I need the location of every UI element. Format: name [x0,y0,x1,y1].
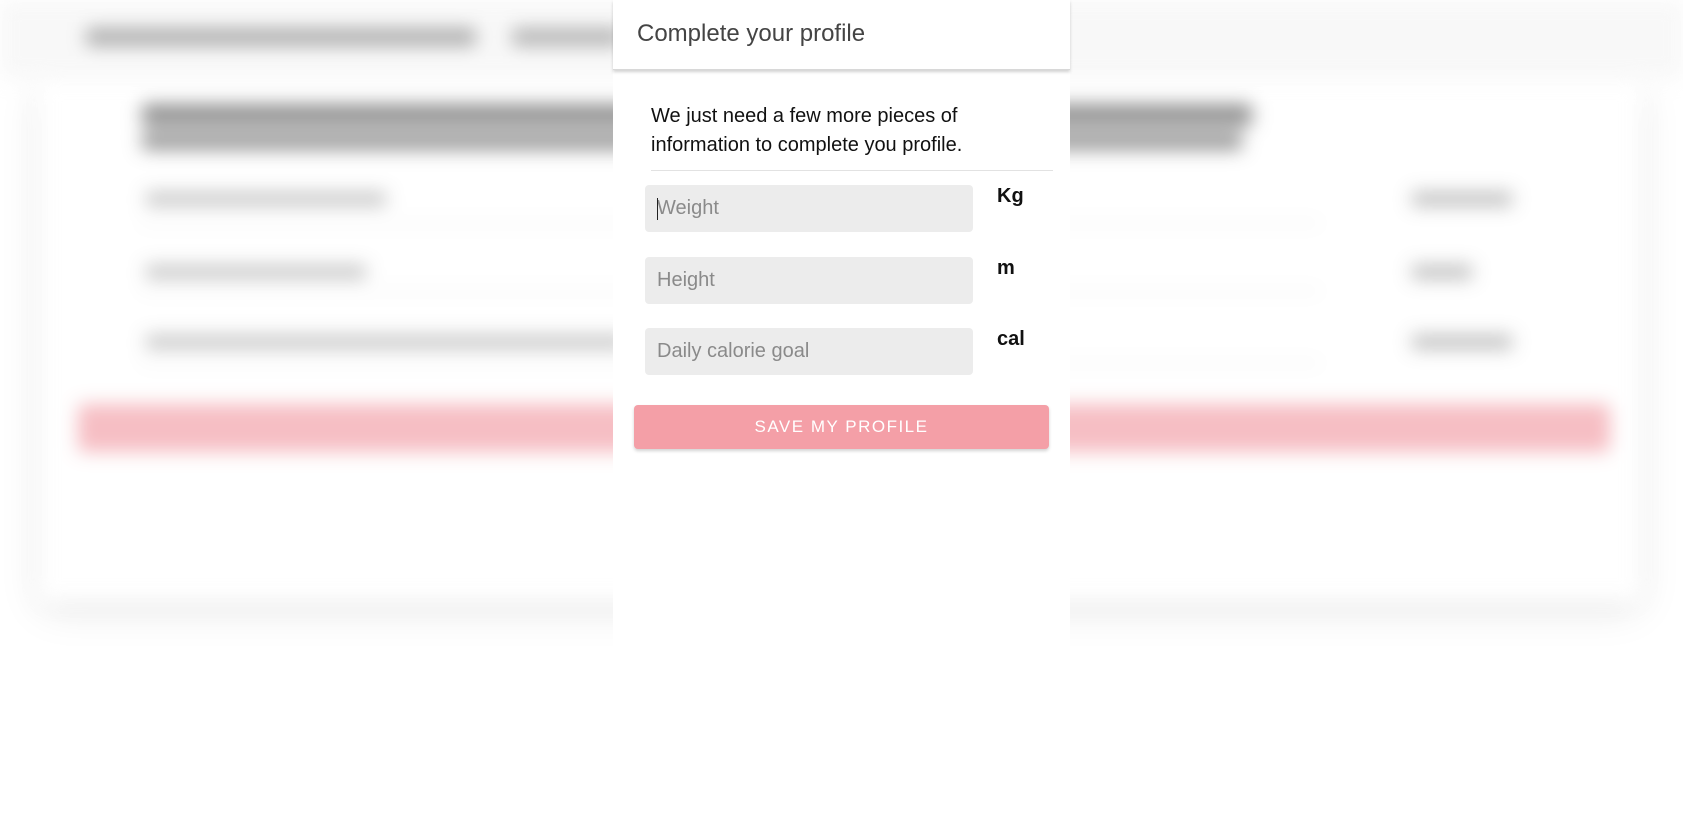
modal-header: Complete your profile [613,0,1070,70]
weight-row: Kg [645,185,1045,233]
weight-unit-label: Kg [997,185,1024,207]
background-row-value [1412,192,1512,206]
background-row-label [146,192,386,206]
profile-modal: Complete your profile We just need a few… [613,0,1070,817]
modal-title: Complete your profile [637,20,866,47]
calorie-unit-label: cal [997,328,1025,350]
calorie-row: cal [645,328,1045,376]
height-unit-label: m [997,257,1015,279]
background-row-value [1412,335,1512,349]
height-row: m [645,257,1045,305]
background-row-label [146,265,366,279]
background-row-value [1412,265,1472,279]
text-cursor [657,198,658,220]
background-nav [512,28,622,46]
background-row-label [146,335,626,349]
background-logo [86,28,476,46]
page: Complete your profile We just need a few… [0,0,1683,817]
daily-calorie-goal-input[interactable] [645,328,973,375]
height-input[interactable] [645,257,973,304]
save-profile-button[interactable]: SAVE MY PROFILE [634,405,1049,449]
divider [651,170,1053,171]
weight-input[interactable] [645,185,973,232]
intro-text: We just need a few more pieces of inform… [651,105,963,156]
